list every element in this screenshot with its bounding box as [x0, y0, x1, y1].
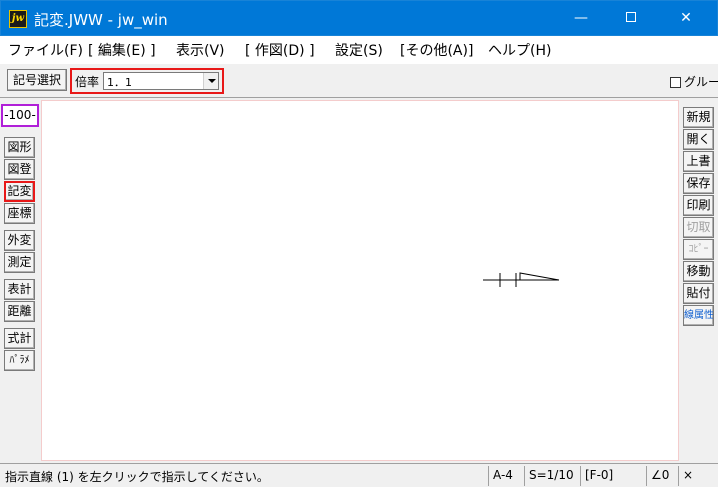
print-button[interactable]: 印刷 — [683, 195, 714, 216]
drawing-canvas[interactable] — [41, 100, 679, 461]
scale-value: 1．1 — [107, 76, 132, 89]
tool-figure[interactable]: 図形 — [4, 137, 35, 158]
tool-table-calc[interactable]: 表計 — [4, 279, 35, 300]
status-message: 指示直線 (1) を左クリックで指示してください。 — [5, 470, 269, 484]
tool-figure-register[interactable]: 図登 — [4, 159, 35, 180]
control-bar: 記号選択 倍率 1．1 グルー — [0, 64, 718, 98]
status-bar: 指示直線 (1) を左クリックで指示してください。 A-4 S=1/10 [F-… — [0, 463, 718, 487]
tool-external-transform[interactable]: 外変 — [4, 230, 35, 251]
chevron-down-icon[interactable] — [203, 73, 218, 89]
copy-button[interactable]: ｺﾋﾟｰ — [683, 239, 714, 260]
maximize-icon — [626, 12, 636, 22]
canvas-drawing — [483, 272, 560, 287]
menu-draw[interactable]: [ 作図(D) ] — [245, 40, 315, 60]
paper-size[interactable]: A-4 — [488, 466, 524, 486]
menu-other[interactable]: [その他(A)] — [400, 40, 473, 60]
overwrite-button[interactable]: 上書 — [683, 151, 714, 172]
minimize-button[interactable]: — — [558, 1, 604, 36]
scale-control: 倍率 1．1 — [70, 68, 224, 94]
new-file-button[interactable]: 新規 — [683, 107, 714, 128]
tool-distance[interactable]: 距離 — [4, 301, 35, 322]
layer-indicator[interactable]: -100- — [1, 104, 39, 127]
tool-parametric[interactable]: ﾊﾟﾗﾒ — [4, 350, 35, 371]
maximize-button[interactable] — [608, 1, 654, 36]
menu-help[interactable]: ヘルプ(H) — [488, 40, 551, 60]
save-button[interactable]: 保存 — [683, 173, 714, 194]
move-button[interactable]: 移動 — [683, 261, 714, 282]
cut-button[interactable]: 切取 — [683, 217, 714, 238]
tool-symbol-transform[interactable]: 記変 — [4, 181, 35, 202]
layer-status[interactable]: [F-0] — [580, 466, 646, 486]
zoom-status[interactable]: × — [678, 466, 718, 486]
group-checkbox-label: グルー — [684, 75, 718, 89]
menu-settings[interactable]: 設定(S) — [335, 40, 383, 60]
checkbox-icon[interactable] — [670, 77, 681, 88]
menu-bar: ファイル(F) [ 編集(E) ] 表示(V) [ 作図(D) ] 設定(S) … — [0, 36, 718, 64]
tool-measure[interactable]: 測定 — [4, 252, 35, 273]
menu-edit[interactable]: [ 編集(E) ] — [88, 40, 156, 60]
title-bar: jw 記変.JWW - jw_win — ✕ — [0, 0, 718, 36]
symbol-select-button[interactable]: 記号選択 — [7, 69, 67, 91]
window-title: 記変.JWW - jw_win — [34, 11, 168, 29]
tool-coordinates[interactable]: 座標 — [4, 203, 35, 224]
angle-status[interactable]: ∠0 — [646, 466, 678, 486]
scale-status[interactable]: S=1/10 — [524, 466, 580, 486]
right-command-panel: 新規 開く 上書 保存 印刷 切取 ｺﾋﾟｰ 移動 貼付 線属性 — [679, 99, 718, 461]
left-tool-panel: -100- 図形 図登 記変 座標 外変 測定 表計 距離 式計 ﾊﾟﾗﾒ — [0, 99, 41, 461]
close-button[interactable]: ✕ — [663, 1, 709, 36]
tool-formula-calc[interactable]: 式計 — [4, 328, 35, 349]
app-icon: jw — [9, 10, 27, 28]
arrow-symbol[interactable] — [519, 272, 560, 281]
line-attribute-button[interactable]: 線属性 — [683, 305, 714, 326]
menu-view[interactable]: 表示(V) — [176, 40, 225, 60]
group-checkbox[interactable]: グルー — [670, 73, 718, 90]
menu-file[interactable]: ファイル(F) — [8, 40, 83, 60]
paste-button[interactable]: 貼付 — [683, 283, 714, 304]
scale-label: 倍率 — [75, 75, 100, 89]
scale-dropdown[interactable]: 1．1 — [103, 72, 219, 90]
open-file-button[interactable]: 開く — [683, 129, 714, 150]
